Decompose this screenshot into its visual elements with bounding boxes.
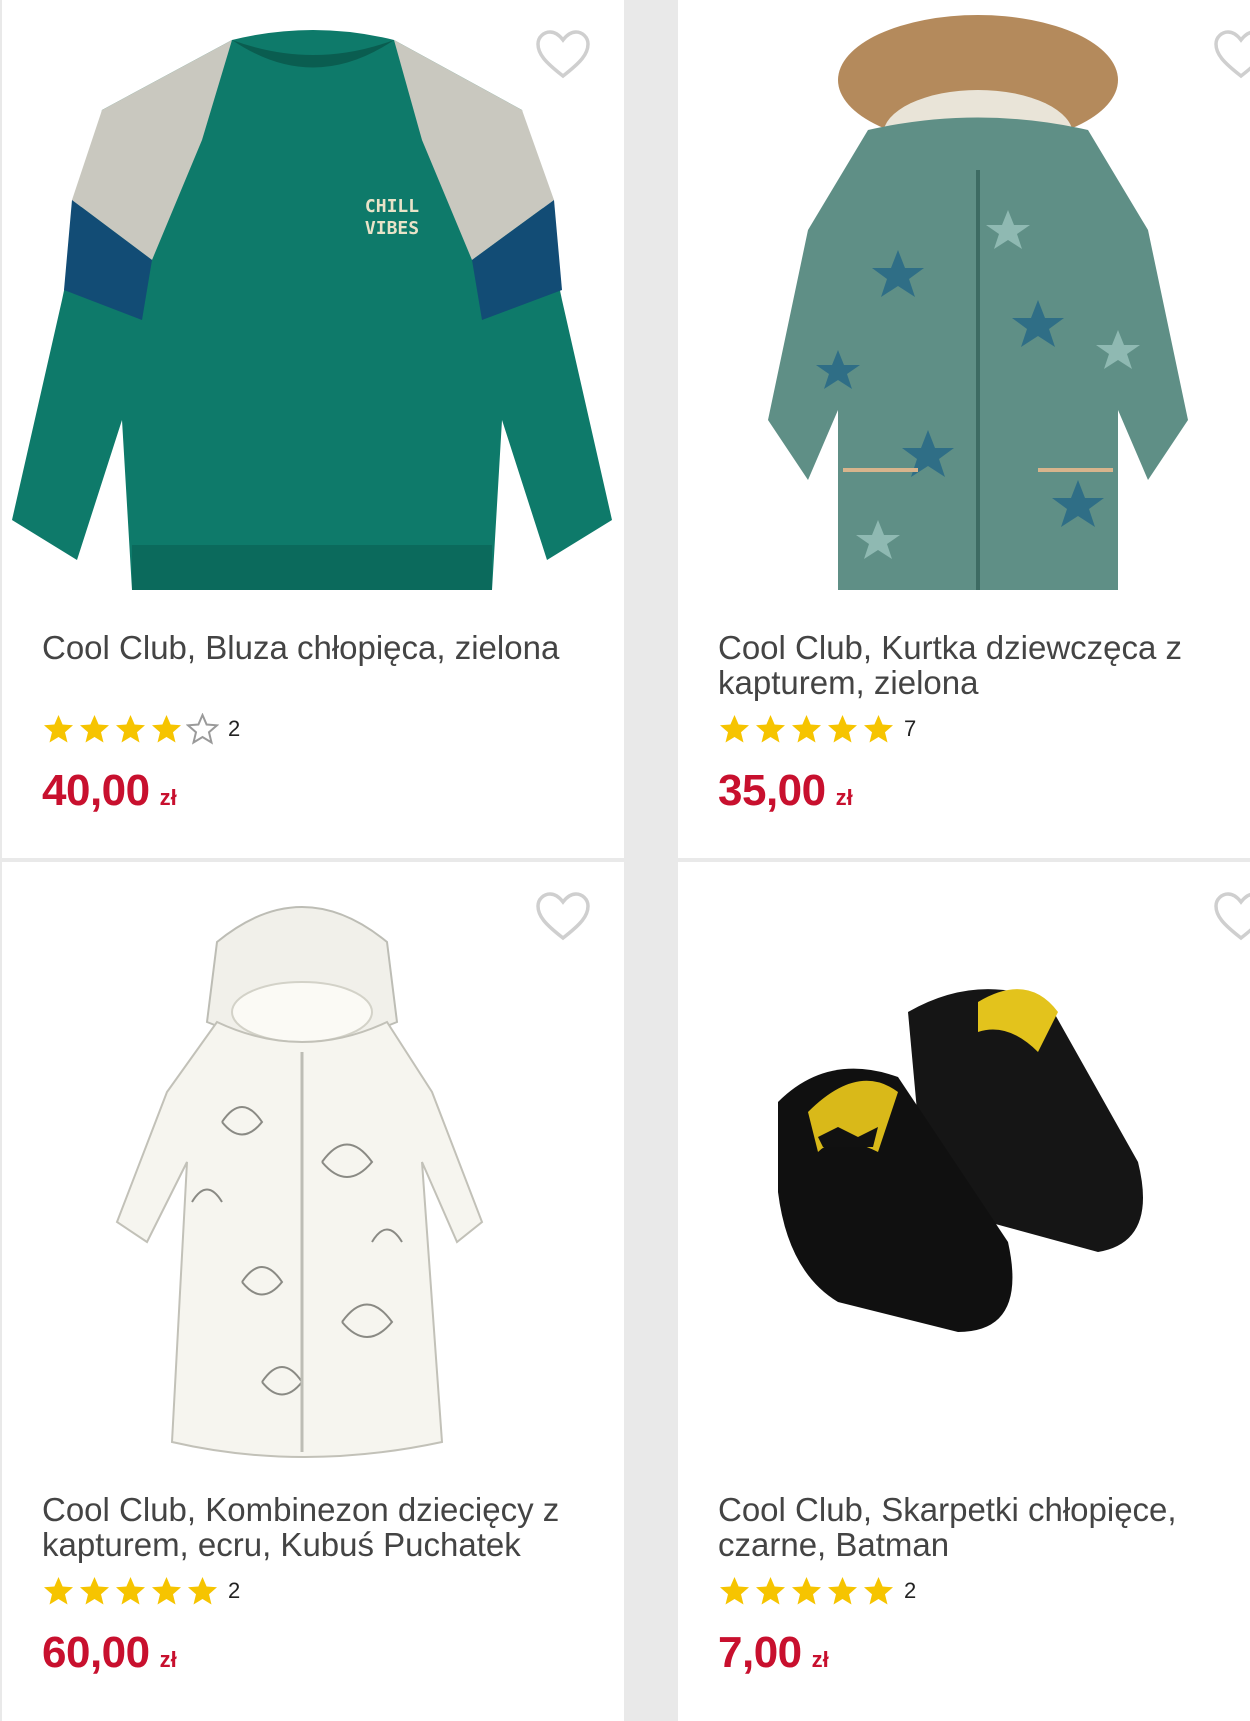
star-icon xyxy=(756,1576,785,1604)
star-icon xyxy=(80,1576,109,1604)
svg-text:VIBES: VIBES xyxy=(365,218,419,239)
star-icon xyxy=(828,714,857,742)
star-icon xyxy=(720,1576,749,1604)
product-image-jacket[interactable] xyxy=(678,0,1250,600)
star-icon xyxy=(756,714,785,742)
heart-icon[interactable] xyxy=(535,892,591,942)
review-count: 7 xyxy=(904,716,917,741)
star-icon xyxy=(188,1576,217,1604)
heart-icon[interactable] xyxy=(535,30,591,80)
review-count: 2 xyxy=(228,1578,241,1603)
review-count: 2 xyxy=(228,716,241,741)
star-icon xyxy=(80,714,109,742)
product-price: 35,00 zł xyxy=(718,766,853,816)
product-price: 60,00 zł xyxy=(42,1628,177,1678)
price-amount: 60,00 xyxy=(42,1628,150,1677)
star-icon xyxy=(864,1576,893,1604)
price-amount: 7,00 xyxy=(718,1628,802,1677)
product-title[interactable]: Cool Club, Kombinezon dziecięcy z kaptur… xyxy=(42,1492,594,1562)
star-icon xyxy=(720,714,749,742)
star-icon xyxy=(152,714,181,742)
product-card[interactable]: Cool Club, Skarpetki chłopięce, czarne, … xyxy=(678,862,1250,1721)
star-icon xyxy=(116,714,145,742)
star-icon xyxy=(44,1576,73,1604)
product-card[interactable]: CHILL VIBES Cool Club, Bluza chłopięca, … xyxy=(2,0,624,858)
star-icon xyxy=(792,714,821,742)
price-currency: zł xyxy=(835,785,853,810)
price-currency: zł xyxy=(159,1647,177,1672)
star-icon xyxy=(44,714,73,742)
product-title[interactable]: Cool Club, Skarpetki chłopięce, czarne, … xyxy=(718,1492,1228,1562)
product-title[interactable]: Cool Club, Bluza chłopięca, zielona xyxy=(42,630,594,665)
star-icon xyxy=(186,712,219,745)
product-rating: 7 xyxy=(718,712,916,746)
price-amount: 40,00 xyxy=(42,766,150,815)
product-image-snowsuit[interactable] xyxy=(2,862,624,1462)
star-icon xyxy=(116,1576,145,1604)
review-count: 2 xyxy=(904,1578,917,1603)
product-price: 40,00 zł xyxy=(42,766,177,816)
product-price: 7,00 zł xyxy=(718,1628,829,1678)
product-image-socks[interactable] xyxy=(678,862,1250,1462)
product-title[interactable]: Cool Club, Kurtka dziewczęca z kapturem,… xyxy=(718,630,1228,700)
star-icon xyxy=(152,1576,181,1604)
price-currency: zł xyxy=(159,785,177,810)
star-icon xyxy=(864,714,893,742)
heart-icon[interactable] xyxy=(1213,30,1250,80)
product-rating: 2 xyxy=(42,712,240,746)
product-image-sweatshirt[interactable]: CHILL VIBES xyxy=(2,0,624,600)
heart-icon[interactable] xyxy=(1213,892,1250,942)
product-card[interactable]: Cool Club, Kombinezon dziecięcy z kaptur… xyxy=(2,862,624,1721)
star-icon xyxy=(828,1576,857,1604)
product-rating: 2 xyxy=(718,1574,916,1608)
star-icon xyxy=(792,1576,821,1604)
product-rating: 2 xyxy=(42,1574,240,1608)
price-amount: 35,00 xyxy=(718,766,826,815)
svg-text:CHILL: CHILL xyxy=(365,196,419,217)
price-currency: zł xyxy=(811,1647,829,1672)
product-card[interactable]: Cool Club, Kurtka dziewczęca z kapturem,… xyxy=(678,0,1250,858)
